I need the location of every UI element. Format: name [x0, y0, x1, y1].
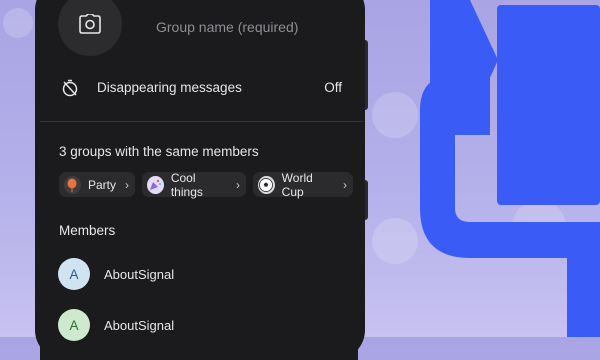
group-avatar-button[interactable]	[58, 0, 122, 56]
shared-groups-title: 3 groups with the same members	[59, 144, 259, 159]
avatar: A	[58, 309, 90, 341]
member-row[interactable]: A AboutSignal	[58, 258, 174, 290]
soccer-ball-icon	[258, 175, 275, 194]
chip-label: World Cup	[281, 170, 313, 199]
member-name: AboutSignal	[104, 317, 175, 333]
disappearing-messages-label: Disappearing messages	[97, 80, 242, 95]
chip-label: Party	[87, 177, 116, 192]
group-settings-screen: Group name (required) Disappearing messa…	[40, 0, 363, 360]
avatar: A	[58, 258, 90, 290]
disappearing-messages-value: Off	[324, 80, 342, 95]
member-name: AboutSignal	[104, 266, 175, 282]
members-title: Members	[59, 223, 116, 238]
section-divider	[40, 121, 363, 122]
group-chip-cool-things[interactable]: Cool things ›	[142, 170, 246, 199]
balloon-icon	[64, 175, 81, 194]
group-name-input[interactable]: Group name (required)	[156, 19, 298, 35]
party-popper-icon	[147, 175, 164, 194]
group-chip-world-cup[interactable]: World Cup ›	[253, 170, 353, 199]
chevron-right-icon: ›	[236, 177, 240, 192]
chevron-right-icon: ›	[125, 177, 129, 192]
phone-frame: Group name (required) Disappearing messa…	[35, 0, 365, 360]
group-chip-party[interactable]: Party ›	[59, 172, 135, 197]
chevron-right-icon: ›	[343, 177, 347, 192]
member-row[interactable]: A AboutSignal	[58, 309, 174, 341]
camera-icon	[79, 14, 101, 34]
timer-off-icon	[62, 79, 78, 97]
chip-label: Cool things	[170, 170, 203, 199]
